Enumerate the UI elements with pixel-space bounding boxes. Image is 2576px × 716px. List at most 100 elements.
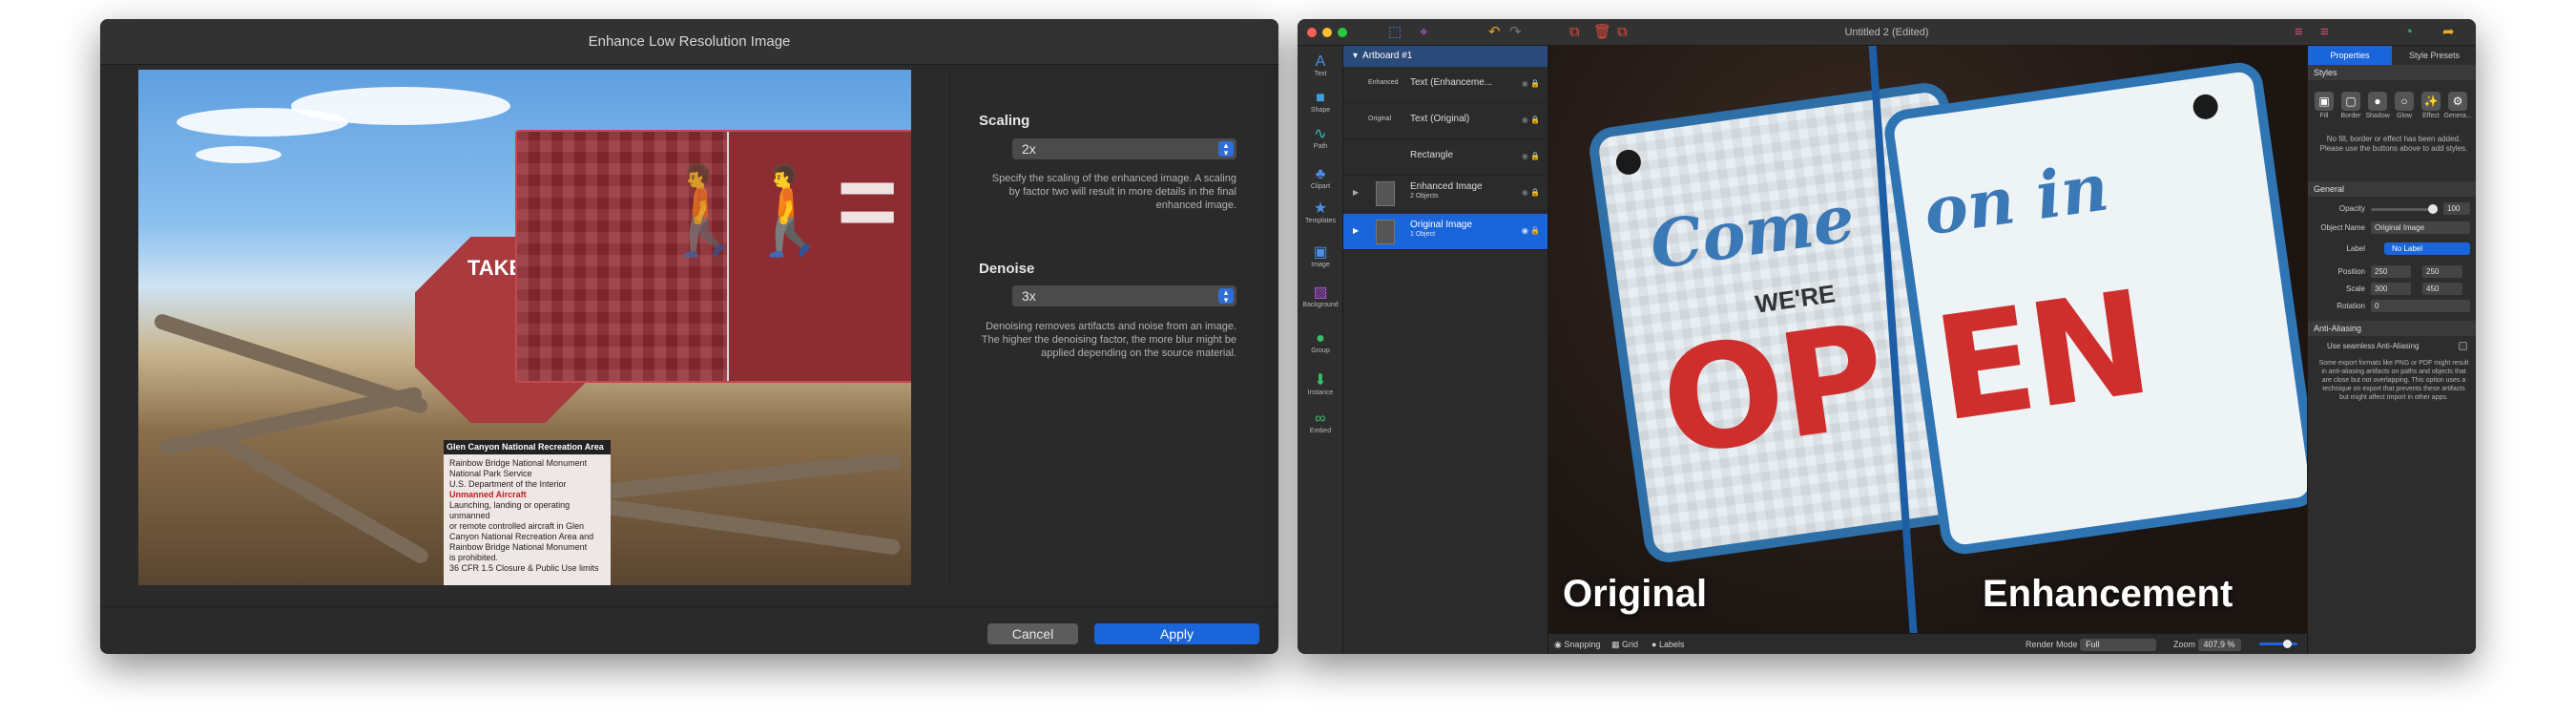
sign-script-text: on in: [1919, 149, 2113, 251]
artboard-row[interactable]: ▾ Artboard #1: [1343, 46, 1548, 67]
tool-background[interactable]: ▨ Background: [1298, 284, 1343, 308]
style-label: Glow: [2397, 113, 2412, 119]
snapping-toggle[interactable]: ◉ Snapping: [1554, 634, 1600, 654]
rotation-field[interactable]: 0: [2371, 300, 2470, 312]
layer-row-selected[interactable]: ▶ Original Image 1 Object ◉ 🔒: [1343, 214, 1548, 250]
enhance-settings-panel: Scaling 2x ▴ ▾ Specify the scaling of the…: [949, 70, 1264, 585]
distribute-icon[interactable]: ≡: [2320, 24, 2329, 41]
style-shadow[interactable]: ● Shadow: [2363, 92, 2392, 119]
visibility-icon[interactable]: ◉ 🔒: [1522, 116, 1540, 124]
position-label: Position: [2337, 267, 2365, 276]
stepper-chevron-icon: ▴ ▾: [1218, 141, 1234, 158]
grid-toggle[interactable]: ▦ Grid: [1611, 634, 1638, 654]
align-icon[interactable]: ≡: [2295, 24, 2303, 41]
tool-shape[interactable]: ■ Shape: [1298, 90, 1343, 114]
enhancement-label[interactable]: Enhancement: [1983, 573, 2233, 616]
dialog-footer: Cancel Apply: [100, 606, 1278, 654]
tool-instance[interactable]: ⬇ Instance: [1298, 372, 1343, 396]
zoom-slider[interactable]: [2259, 642, 2297, 645]
notice-line: or remote controlled aircraft in Glen: [449, 521, 585, 531]
style-fill[interactable]: ▣ Fill: [2310, 92, 2338, 119]
image-preview[interactable]: TAKE W Glen Canyon National Recreation A…: [138, 70, 911, 585]
anti-aliasing-header: Anti-Aliasing: [2308, 321, 2476, 336]
position-y-field[interactable]: 250: [2422, 265, 2462, 278]
tool-label: Image: [1311, 262, 1330, 268]
style-label: Border: [2340, 113, 2361, 119]
denoise-select[interactable]: 3x ▴ ▾: [1012, 285, 1236, 306]
scaling-select[interactable]: 2x ▴ ▾: [1012, 138, 1236, 159]
tool-templates[interactable]: ★ Templates: [1298, 200, 1343, 224]
scale-x-field[interactable]: 300: [2371, 283, 2411, 295]
opacity-field[interactable]: 100: [2443, 202, 2470, 215]
styles-header: Styles: [2308, 65, 2476, 80]
equals-sign-icon: =: [837, 143, 899, 261]
tool-embed[interactable]: ∞ Embed: [1298, 411, 1343, 434]
layer-row[interactable]: ▶ Enhanced Image 2 Objects ◉ 🔒: [1343, 176, 1548, 212]
disclosure-icon[interactable]: ▶: [1353, 188, 1359, 197]
shadow-icon: ●: [2368, 92, 2387, 111]
label-select[interactable]: No Label: [2384, 242, 2470, 255]
apply-button[interactable]: Apply: [1094, 623, 1259, 644]
labels-toggle[interactable]: ● Labels: [1652, 634, 1684, 654]
visibility-icon[interactable]: ◉ 🔒: [1522, 226, 1540, 235]
notice-board: Glen Canyon National Recreation Area Rai…: [444, 440, 611, 585]
document-state: (Edited): [1892, 27, 1929, 38]
layer-row[interactable]: Rectangle ◉ 🔒: [1343, 139, 1548, 176]
visibility-icon[interactable]: ◉ 🔒: [1522, 79, 1540, 88]
tools-sidebar: A Text ■ Shape ∿ Path ♣ Clipart ★ Templates ▣…: [1298, 46, 1343, 654]
comparison-divider[interactable]: [727, 132, 729, 381]
visibility-icon[interactable]: ◉ 🔒: [1522, 152, 1540, 160]
tool-group[interactable]: ● Group: [1298, 330, 1343, 354]
zoom-slider-thumb[interactable]: [2283, 640, 2292, 648]
document-name: Untitled 2: [1844, 27, 1889, 38]
export-icon[interactable]: ➦: [2442, 24, 2455, 41]
layer-tag: Original: [1368, 116, 1392, 122]
visibility-icon[interactable]: ◉ 🔒: [1522, 188, 1540, 197]
style-generator[interactable]: ⚙ Genera...: [2443, 92, 2472, 119]
layer-subtitle: 1 Object: [1410, 231, 1436, 238]
layer-row[interactable]: Enhanced Text (Enhanceme... ◉ 🔒: [1343, 67, 1548, 103]
label-row: Label No Label: [2308, 241, 2476, 258]
layers-panel: ▾ Artboard #1 Enhanced Text (Enhanceme..…: [1343, 46, 1548, 654]
notice-line: Unmanned Aircraft: [449, 490, 527, 499]
scale-y-field[interactable]: 450: [2422, 283, 2462, 295]
style-effect[interactable]: ✨ Effect: [2417, 92, 2445, 119]
text-icon: A: [1315, 53, 1326, 70]
zoom-comparison-box[interactable]: 🚶 🚶 =: [515, 130, 911, 383]
tool-clipart[interactable]: ♣ Clipart: [1298, 166, 1343, 190]
zoom-field[interactable]: 407,9 %: [2197, 639, 2241, 652]
tab-properties[interactable]: Properties: [2308, 46, 2392, 65]
position-x-field[interactable]: 250: [2371, 265, 2411, 278]
zoom-control: Zoom 407,9 %: [2173, 634, 2241, 654]
original-label[interactable]: Original: [1563, 573, 1707, 616]
tool-text[interactable]: A Text: [1298, 53, 1343, 77]
sign-hole: [2191, 93, 2220, 121]
layer-name: Rectangle: [1410, 150, 1454, 160]
sign-enhanced-half: on in EN: [1881, 59, 2307, 558]
tool-label: Templates: [1305, 218, 1336, 224]
tool-image[interactable]: ▣ Image: [1298, 244, 1343, 268]
disclosure-icon[interactable]: ▶: [1353, 226, 1359, 235]
properties-panel: Properties Style Presets Styles ▣ Fill ▢ B…: [2307, 46, 2476, 654]
object-name-field[interactable]: Original Image: [2371, 221, 2470, 234]
scale-row: Scale 300 450: [2308, 281, 2476, 298]
disclosure-icon[interactable]: ▾: [1353, 51, 1358, 61]
style-glow[interactable]: ○ Glow: [2390, 92, 2419, 119]
cancel-button[interactable]: Cancel: [987, 623, 1078, 644]
denoise-label: Denoise: [979, 261, 1035, 277]
snapping-label: Snapping: [1564, 640, 1601, 649]
style-border[interactable]: ▢ Border: [2337, 92, 2365, 119]
embed-icon: ∞: [1315, 411, 1326, 427]
opacity-slider-thumb[interactable]: [2428, 204, 2438, 214]
share-icon[interactable]: ◔: [2404, 24, 2413, 41]
tool-path[interactable]: ∿ Path: [1298, 126, 1343, 150]
tool-label: Embed: [1309, 428, 1332, 434]
layer-row[interactable]: Original Text (Original) ◉ 🔒: [1343, 103, 1548, 139]
tab-style-presets[interactable]: Style Presets: [2392, 46, 2476, 65]
scaling-help: Specify the scaling of the enhanced imag…: [991, 173, 1236, 211]
artboard-name: Artboard #1: [1362, 51, 1413, 61]
background-icon: ▨: [1313, 284, 1328, 301]
canvas[interactable]: Come WE'RE OP on in EN Original Enhancem…: [1548, 46, 2307, 633]
anti-aliasing-checkbox[interactable]: [2459, 342, 2467, 350]
render-mode-select[interactable]: Full: [2080, 639, 2157, 652]
